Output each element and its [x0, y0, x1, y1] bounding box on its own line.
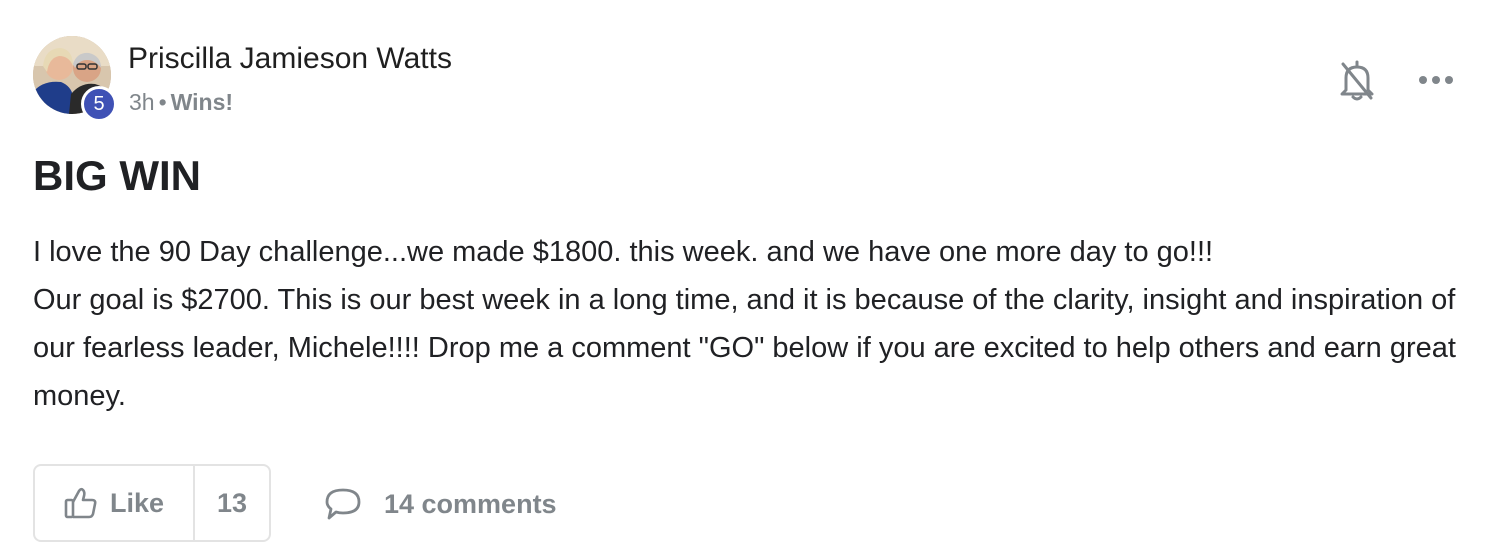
comment-bubble-icon — [325, 488, 361, 520]
post-category[interactable]: Wins! — [171, 89, 233, 115]
post-meta: 3h • Wins! — [129, 89, 233, 116]
post-time: 3h — [129, 89, 155, 115]
more-options-button[interactable] — [1416, 70, 1456, 90]
bell-off-icon — [1340, 60, 1374, 101]
post-body-line-1: I love the 90 Day challenge...we made $1… — [33, 236, 1214, 268]
post-title[interactable]: BIG WIN — [33, 152, 201, 200]
comments-label: 14 comments — [384, 488, 557, 519]
comments-button[interactable]: 14 comments — [324, 484, 557, 524]
like-group: Like 13 — [33, 464, 271, 542]
author-name[interactable]: Priscilla Jamieson Watts — [128, 42, 452, 76]
like-count-button[interactable]: 13 — [195, 466, 269, 540]
like-label: Like — [109, 487, 165, 518]
post-body-line-2: Our goal is $2700. This is our best week… — [33, 284, 1456, 412]
notifications-toggle-button[interactable] — [1338, 58, 1376, 102]
meta-separator: • — [158, 89, 167, 115]
author-avatar-wrap[interactable]: 5 — [33, 36, 117, 122]
like-button[interactable]: Like — [35, 466, 195, 540]
thumbs-up-icon — [64, 487, 97, 519]
post-body: I love the 90 Day challenge...we made $1… — [33, 228, 1473, 420]
level-badge: 5 — [81, 86, 117, 122]
more-dots-icon — [1419, 76, 1453, 84]
